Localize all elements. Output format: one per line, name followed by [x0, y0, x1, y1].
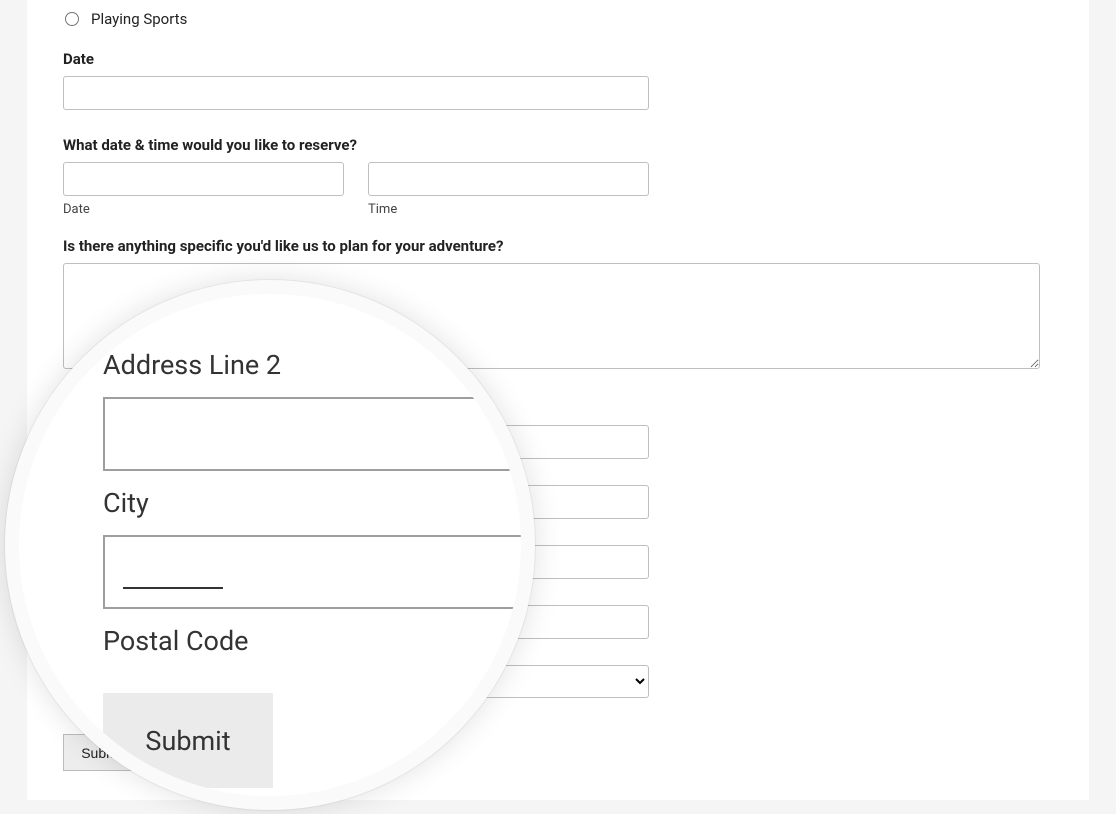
reserve-date-input[interactable] — [63, 162, 344, 196]
date-field-group: Date — [63, 50, 1053, 110]
reserve-time-input[interactable] — [368, 162, 649, 196]
reserve-time-sublabel: Time — [368, 202, 649, 217]
magnifier-overlay: Address Line 2 City Postal Code Submit — [5, 280, 535, 810]
date-label: Date — [63, 50, 1053, 68]
mag-city-input[interactable] — [103, 535, 535, 609]
radio-playing-sports-label: Playing Sports — [91, 10, 187, 28]
mag-submit-button[interactable]: Submit — [103, 693, 273, 788]
radio-playing-sports-input[interactable] — [65, 12, 79, 26]
mag-city-label: City — [103, 487, 523, 519]
datetime-label: What date & time would you like to reser… — [63, 136, 1053, 154]
reserve-date-sublabel: Date — [63, 202, 344, 217]
date-input[interactable] — [63, 76, 649, 110]
textarea-label: Is there anything specific you'd like us… — [63, 237, 1053, 255]
mag-address-line2-input[interactable] — [103, 397, 535, 471]
radio-option-playing-sports[interactable]: Playing Sports — [63, 0, 1053, 28]
mag-postal-label: Postal Code — [103, 625, 523, 657]
datetime-field-group: What date & time would you like to reser… — [63, 136, 1053, 217]
mag-address-line2-label: Address Line 2 — [103, 349, 523, 381]
mag-city-caret — [123, 587, 223, 589]
